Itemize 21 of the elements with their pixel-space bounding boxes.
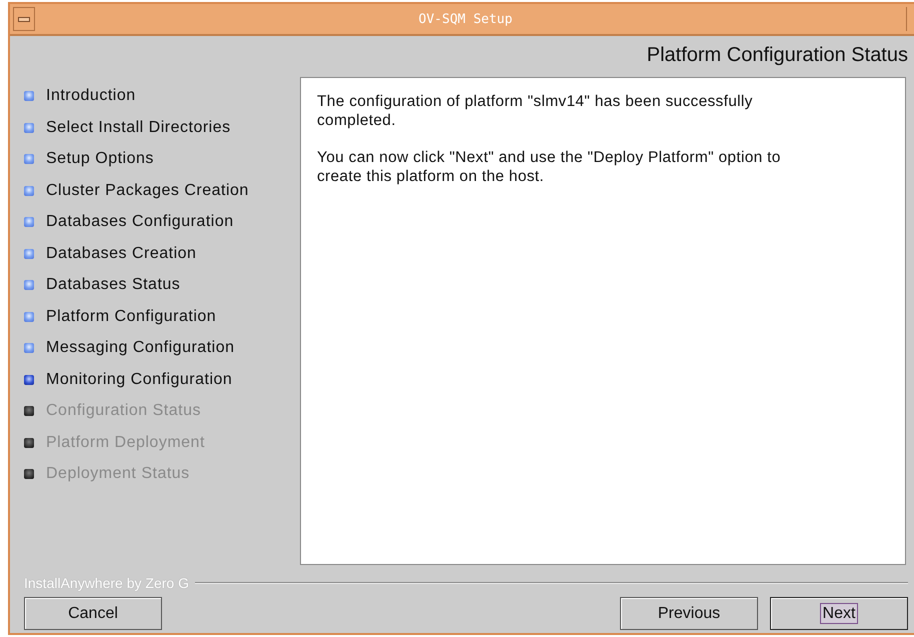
- window-menu-button[interactable]: [13, 7, 35, 31]
- step-label: Deployment Status: [46, 465, 190, 484]
- step-label: Configuration Status: [46, 402, 201, 420]
- step-label: Introduction: [46, 87, 136, 106]
- step-label: Monitoring Configuration: [46, 370, 232, 389]
- step-label: Select Install Directories: [46, 118, 231, 137]
- step-label: Platform Deployment: [46, 434, 205, 452]
- step-label: Databases Configuration: [46, 213, 234, 232]
- step-label: Databases Status: [46, 276, 180, 294]
- wizard-button[interactable]: Previous: [620, 597, 758, 630]
- wizard-button[interactable]: Cancel: [24, 597, 162, 630]
- window-title: OV-SQM Setup: [418, 12, 514, 26]
- step-label: Setup Options: [46, 150, 154, 168]
- step-label: Cluster Packages Creation: [46, 182, 249, 200]
- page-heading: Platform Configuration Status: [646, 43, 909, 68]
- step-label: Messaging Configuration: [46, 339, 234, 358]
- wizard-button[interactable]: Next: [770, 597, 908, 630]
- message-text: The configuration of platform "slmv14" has been successfully completed.: [317, 92, 754, 130]
- message-text: You can now click "Next" and use the "Deploy Platform" option to create this platform on the host.: [317, 148, 782, 186]
- step-label: Databases Creation: [46, 244, 196, 263]
- step-label: Platform Configuration: [46, 308, 216, 326]
